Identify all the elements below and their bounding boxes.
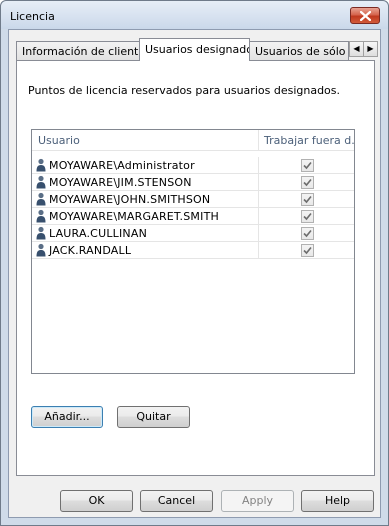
work-offline-checkbox[interactable]: [301, 210, 314, 223]
title-bar[interactable]: Licencia: [1, 1, 388, 29]
user-icon: [36, 226, 46, 240]
tab-read-only-users[interactable]: Usuarios de sólo lectura: [249, 41, 349, 60]
dialog-client-area: Información de cliente Usuarios designad…: [8, 29, 381, 518]
tab-label: Información de cliente: [22, 45, 140, 58]
tab-strip: Información de cliente Usuarios designad…: [16, 38, 378, 61]
user-cell: MOYAWARE\JOHN.SMITHSON: [32, 191, 259, 208]
list-header: Usuario Trabajar fuera d...: [32, 130, 354, 151]
user-name: JACK.RANDALL: [49, 244, 132, 257]
checkmark-icon: [303, 212, 312, 221]
table-row[interactable]: LAURA.CULLINAN: [32, 225, 354, 242]
designated-users-list[interactable]: Usuario Trabajar fuera d... MOYAWARE\Adm…: [31, 129, 355, 374]
user-name: MOYAWARE\JIM.STENSON: [49, 176, 192, 189]
license-dialog: Licencia Información de cliente Usuarios…: [0, 0, 389, 526]
user-icon: [36, 158, 46, 172]
window-title: Licencia: [10, 10, 55, 23]
column-header-user[interactable]: Usuario: [32, 130, 259, 150]
user-cell: LAURA.CULLINAN: [32, 225, 259, 242]
checkmark-icon: [303, 161, 312, 170]
checkmark-icon: [303, 178, 312, 187]
help-button[interactable]: Help: [301, 490, 374, 512]
user-icon: [36, 209, 46, 223]
work-offline-cell: [259, 191, 354, 208]
add-button[interactable]: Añadir...: [31, 406, 103, 428]
chevron-right-icon: ▶: [367, 44, 374, 53]
table-row[interactable]: JACK.RANDALL: [32, 242, 354, 259]
user-cell: MOYAWARE\MARGARET.SMITH: [32, 208, 259, 225]
table-row[interactable]: MOYAWARE\Administrator: [32, 157, 354, 174]
tab-scroll-left-button[interactable]: ◀: [349, 41, 364, 57]
close-icon: [360, 11, 371, 21]
table-row[interactable]: MOYAWARE\MARGARET.SMITH: [32, 208, 354, 225]
checkmark-icon: [303, 195, 312, 204]
panel-description: Puntos de licencia reservados para usuar…: [28, 84, 341, 97]
checkmark-icon: [303, 229, 312, 238]
tab-client-info[interactable]: Información de cliente: [16, 41, 140, 60]
user-name: MOYAWARE\JOHN.SMITHSON: [49, 193, 211, 206]
work-offline-cell: [259, 174, 354, 191]
user-icon: [36, 192, 46, 206]
user-name: MOYAWARE\MARGARET.SMITH: [49, 210, 219, 223]
column-header-work-offline[interactable]: Trabajar fuera d...: [259, 130, 354, 150]
user-icon: [36, 243, 46, 257]
user-cell: MOYAWARE\Administrator: [32, 157, 259, 174]
tab-panel: Puntos de licencia reservados para usuar…: [16, 60, 375, 476]
work-offline-cell: [259, 157, 354, 174]
work-offline-checkbox[interactable]: [301, 176, 314, 189]
close-button[interactable]: [350, 7, 380, 24]
user-name: MOYAWARE\Administrator: [49, 159, 195, 172]
tab-label: Usuarios designados: [145, 43, 250, 56]
work-offline-checkbox[interactable]: [301, 244, 314, 257]
checkmark-icon: [303, 246, 312, 255]
user-cell: JACK.RANDALL: [32, 242, 259, 259]
work-offline-cell: [259, 242, 354, 259]
work-offline-checkbox[interactable]: [301, 193, 314, 206]
apply-button[interactable]: Apply: [221, 490, 294, 512]
table-row[interactable]: MOYAWARE\JIM.STENSON: [32, 174, 354, 191]
user-icon: [36, 175, 46, 189]
remove-button[interactable]: Quitar: [117, 406, 190, 428]
cancel-button[interactable]: Cancel: [140, 490, 213, 512]
tab-scroll-right-button[interactable]: ▶: [363, 41, 378, 57]
tab-designated-users[interactable]: Usuarios designados: [139, 38, 250, 61]
work-offline-checkbox[interactable]: [301, 227, 314, 240]
user-cell: MOYAWARE\JIM.STENSON: [32, 174, 259, 191]
work-offline-cell: [259, 225, 354, 242]
work-offline-checkbox[interactable]: [301, 159, 314, 172]
table-row[interactable]: MOYAWARE\JOHN.SMITHSON: [32, 191, 354, 208]
user-name: LAURA.CULLINAN: [49, 227, 147, 240]
chevron-left-icon: ◀: [353, 44, 360, 53]
tab-label: Usuarios de sólo lectura: [255, 45, 348, 58]
work-offline-cell: [259, 208, 354, 225]
ok-button[interactable]: OK: [60, 490, 133, 512]
